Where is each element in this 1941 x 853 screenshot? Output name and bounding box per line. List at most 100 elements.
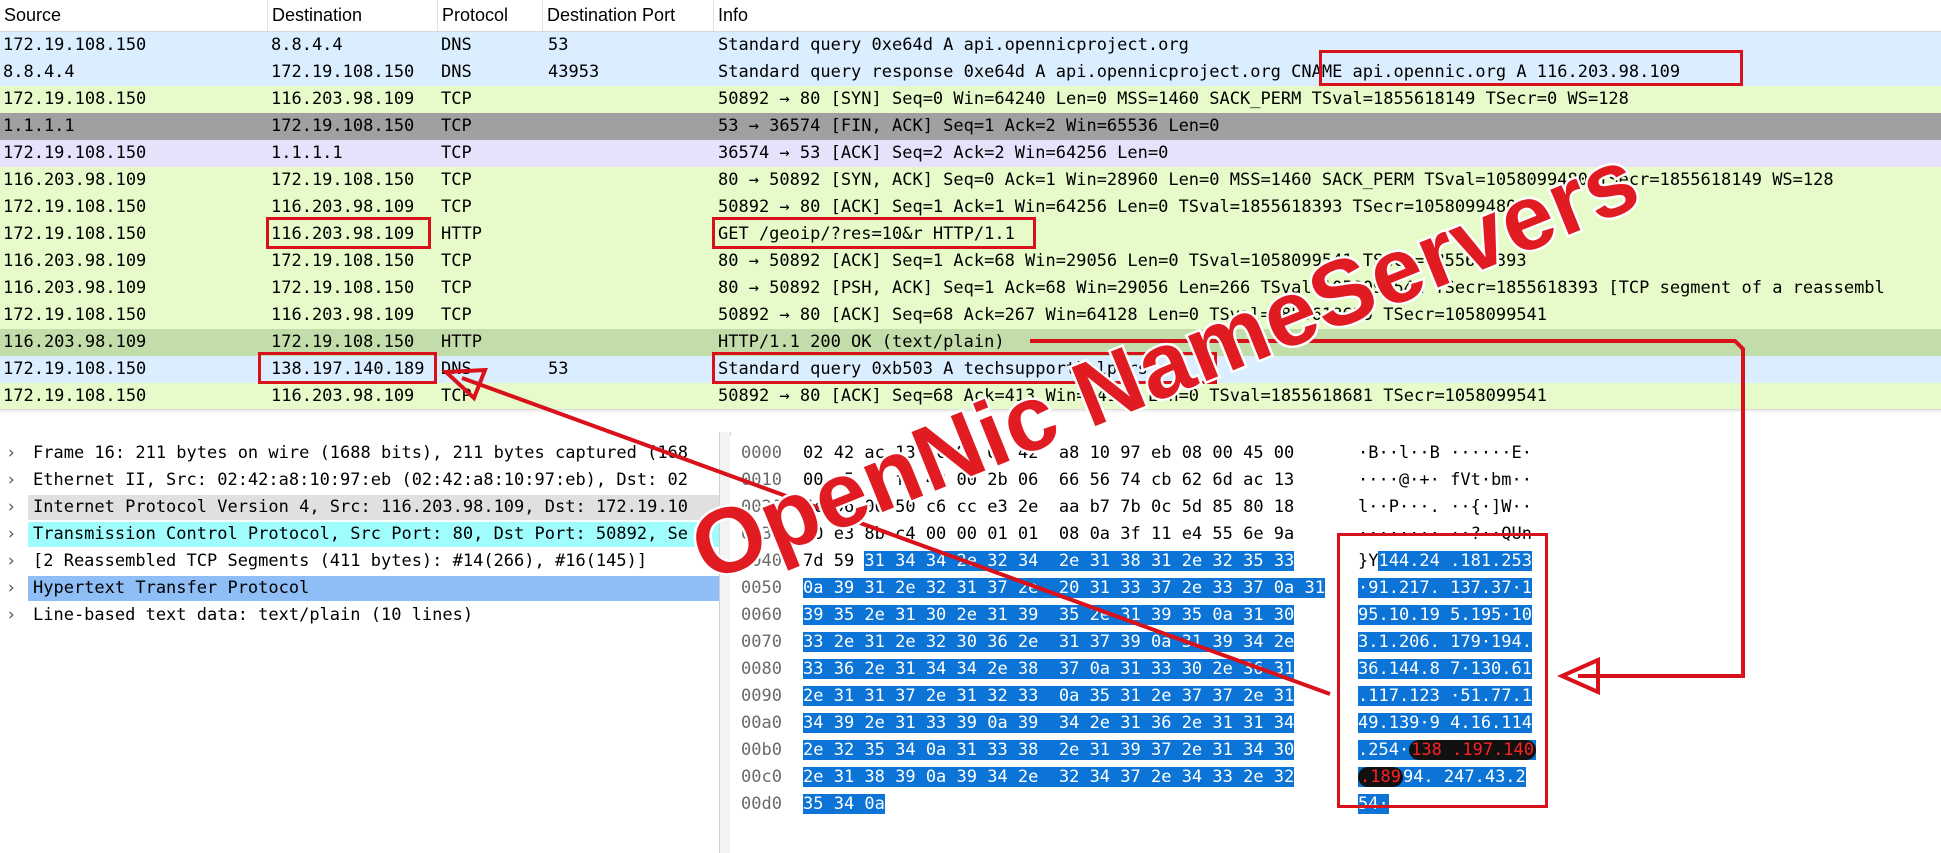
detail-tree-item[interactable]: › Line-based text data: text/plain (10 li… — [0, 602, 719, 629]
chevron-right-icon[interactable]: › — [6, 467, 16, 494]
packet-destination-port — [548, 275, 708, 302]
hex-ascii: 3.1.206. 179·194. — [1358, 629, 1532, 656]
packet-row[interactable]: 116.203.98.109 172.19.108.150 TCP 80 → 5089… — [0, 275, 1941, 302]
packet-info: Standard query response 0xe64d A api.ope… — [718, 62, 1681, 82]
column-header-protocol[interactable]: Protocol — [438, 0, 543, 31]
packet-source: 172.19.108.150 — [3, 143, 147, 163]
hex-row[interactable]: 0090 2e 31 31 37 2e 31 32 33 0a 35 31 2e … — [730, 683, 1941, 710]
horizontal-scrollbar[interactable]: ‹ — [0, 409, 1941, 412]
chevron-right-icon[interactable]: › — [6, 548, 16, 575]
packet-destination: 172.19.108.150 — [271, 278, 415, 298]
detail-tree-item[interactable]: › Frame 16: 211 bytes on wire (1688 bits)… — [0, 440, 719, 467]
detail-tree-item[interactable]: › Internet Protocol Version 4, Src: 116.2… — [0, 494, 719, 521]
hex-row[interactable]: 0020 6c 96 00 50 c6 cc e3 2e aa b7 7b 0c … — [730, 494, 1941, 521]
ascii-plain: ····@·+· fVt·bm·· — [1358, 470, 1532, 490]
column-header-info[interactable]: Info — [714, 0, 1941, 31]
packet-destination-port: 43953 — [548, 62, 600, 82]
hex-offset: 0060 — [741, 605, 782, 625]
scroll-left-icon[interactable]: ‹ — [4, 410, 12, 412]
ascii-plain: }Y — [1358, 551, 1379, 571]
hex-row[interactable]: 00d0 35 34 0a 54· — [730, 791, 1941, 818]
packet-row[interactable]: 172.19.108.150 116.203.98.109 TCP 50892 → 8… — [0, 383, 1941, 410]
hex-row[interactable]: 0040 7d 59 31 34 34 2e 32 34 2e 31 38 31 … — [730, 548, 1941, 575]
chevron-right-icon[interactable]: › — [6, 494, 16, 521]
detail-text: Ethernet II, Src: 02:42:a8:10:97:eb (02:… — [33, 470, 689, 490]
hex-bytes-selected: 33 2e 31 2e 32 30 36 2e 31 37 39 0a 31 3… — [803, 632, 1295, 652]
packet-info: Standard query 0xb503 A techsupporthelpa… — [718, 359, 1189, 379]
hex-bytes-selected: 35 34 0a — [803, 794, 885, 814]
ascii-selected: .117.123 ·51.77.1 — [1358, 686, 1532, 706]
packet-destination: 1.1.1.1 — [271, 143, 343, 163]
hex-bytes: 0a 39 31 2e 32 31 37 2e 20 31 33 37 2e 3… — [803, 575, 1325, 602]
hex-bytes-selected: 2e 31 31 37 2e 31 32 33 0a 35 31 2e 37 3… — [803, 686, 1295, 706]
packet-destination: 138.197.140.189 — [271, 359, 425, 379]
hex-row[interactable]: 00a0 34 39 2e 31 33 39 0a 39 34 2e 31 36 … — [730, 710, 1941, 737]
chevron-right-icon[interactable]: › — [6, 602, 16, 629]
packet-protocol: TCP — [441, 197, 472, 217]
hex-row[interactable]: 0010 00 c5 f8 fa 40 00 2b 06 66 56 74 cb … — [730, 467, 1941, 494]
hex-row[interactable]: 0050 0a 39 31 2e 32 31 37 2e 20 31 33 37 … — [730, 575, 1941, 602]
packet-protocol: TCP — [441, 386, 472, 406]
chevron-right-icon[interactable]: › — [6, 440, 16, 467]
hex-row[interactable]: 0070 33 2e 31 2e 32 30 36 2e 31 37 39 0a … — [730, 629, 1941, 656]
packet-destination: 8.8.4.4 — [271, 35, 343, 55]
hex-row[interactable]: 00b0 2e 32 35 34 0a 31 33 38 2e 31 39 37 … — [730, 737, 1941, 764]
hex-row[interactable]: 0080 33 36 2e 31 34 34 2e 38 37 0a 31 33 … — [730, 656, 1941, 683]
packet-row[interactable]: 116.203.98.109 172.19.108.150 TCP 80 → 5089… — [0, 167, 1941, 194]
packet-protocol: HTTP — [441, 332, 482, 352]
hex-bytes-plain: 7d 59 — [803, 551, 865, 571]
chevron-right-icon[interactable]: › — [6, 521, 16, 548]
packet-row[interactable]: 172.19.108.150 116.203.98.109 TCP 50892 → 8… — [0, 302, 1941, 329]
packet-destination: 172.19.108.150 — [271, 332, 415, 352]
hex-row[interactable]: 0030 00 e3 8b c4 00 00 01 01 08 0a 3f 11 … — [730, 521, 1941, 548]
packet-destination-port — [548, 140, 708, 167]
packet-row[interactable]: 172.19.108.150 116.203.98.109 HTTP GET /geo… — [0, 221, 1941, 248]
packet-row[interactable]: 172.19.108.150 1.1.1.1 TCP 36574 → 53 [ACK]… — [0, 140, 1941, 167]
packet-source: 116.203.98.109 — [3, 170, 147, 190]
detail-tree-item[interactable]: › [2 Reassembled TCP Segments (411 bytes)… — [0, 548, 719, 575]
column-header-source[interactable]: Source — [0, 0, 268, 31]
hex-row[interactable]: 0060 39 35 2e 31 30 2e 31 39 35 2e 31 39 … — [730, 602, 1941, 629]
hex-ascii: .117.123 ·51.77.1 — [1358, 683, 1532, 710]
packet-row[interactable]: 172.19.108.150 138.197.140.189 DNS 53 Standa… — [0, 356, 1941, 383]
hex-bytes: 00 e3 8b c4 00 00 01 01 08 0a 3f 11 e4 5… — [803, 521, 1294, 548]
hex-ascii: .189 94. 247.43.2 — [1358, 764, 1526, 791]
hex-row[interactable]: 0000 02 42 ac 13 6c 96 02 42 a8 10 97 eb … — [730, 440, 1941, 467]
column-header-destination[interactable]: Destination — [268, 0, 438, 31]
detail-tree-item[interactable]: › Ethernet II, Src: 02:42:a8:10:97:eb (02… — [0, 467, 719, 494]
hex-offset: 0030 — [741, 524, 782, 544]
hex-bytes-selected: 31 34 34 2e 32 34 2e 31 38 31 2e 32 35 3… — [864, 551, 1295, 571]
packet-protocol: DNS — [441, 35, 472, 55]
hex-row[interactable]: 00c0 2e 31 38 39 0a 39 34 2e 32 34 37 2e … — [730, 764, 1941, 791]
hex-ascii: ····@·+· fVt·bm·· — [1358, 467, 1532, 494]
packet-info: 50892 → 80 [ACK] Seq=68 Ack=267 Win=6412… — [718, 305, 1548, 325]
ascii-plain: ·B··l··B ······E· — [1358, 443, 1532, 463]
detail-tree-item[interactable]: › Transmission Control Protocol, Src Port… — [0, 521, 719, 548]
chevron-right-icon[interactable]: › — [6, 575, 16, 602]
hex-ascii: 49.139·9 4.16.114 — [1358, 710, 1532, 737]
packet-source: 116.203.98.109 — [3, 332, 147, 352]
packet-row[interactable]: 116.203.98.109 172.19.108.150 HTTP HTTP/1.1… — [0, 329, 1941, 356]
hex-offset: 0040 — [741, 551, 782, 571]
packet-details-tree[interactable]: › Frame 16: 211 bytes on wire (1688 bits)… — [0, 436, 719, 853]
packet-protocol: TCP — [441, 143, 472, 163]
packet-row[interactable]: 116.203.98.109 172.19.108.150 TCP 80 → 5089… — [0, 248, 1941, 275]
packet-source: 172.19.108.150 — [3, 305, 147, 325]
ascii-selected: 95.10.19 5.195·10 — [1358, 605, 1532, 625]
hex-bytes: 2e 31 31 37 2e 31 32 33 0a 35 31 2e 37 3… — [803, 683, 1295, 710]
packet-row[interactable]: 172.19.108.150 8.8.4.4 DNS 53 Standard query… — [0, 32, 1941, 59]
packet-row[interactable]: 172.19.108.150 116.203.98.109 TCP 50892 → 8… — [0, 86, 1941, 113]
packet-bytes-pane[interactable]: 0000 02 42 ac 13 6c 96 02 42 a8 10 97 eb … — [730, 436, 1941, 853]
packet-row[interactable]: 1.1.1.1 172.19.108.150 TCP 53 → 36574 [FIN,… — [0, 113, 1941, 140]
detail-tree-item[interactable]: › Hypertext Transfer Protocol — [0, 575, 719, 602]
packet-destination-port — [548, 248, 708, 275]
packet-source: 116.203.98.109 — [3, 251, 147, 271]
hex-offset: 0050 — [741, 578, 782, 598]
packet-list[interactable]: Source Destination Protocol Destination … — [0, 0, 1941, 412]
packet-row[interactable]: 172.19.108.150 116.203.98.109 TCP 50892 → 8… — [0, 194, 1941, 221]
column-header-destination-port[interactable]: Destination Port — [543, 0, 714, 31]
packet-row[interactable]: 8.8.4.4 172.19.108.150 DNS 43953 Standard qu… — [0, 59, 1941, 86]
packet-info: HTTP/1.1 200 OK (text/plain) — [718, 332, 1005, 352]
hex-bytes: 7d 59 31 34 34 2e 32 34 2e 31 38 31 2e 3… — [803, 548, 1295, 575]
packet-source: 172.19.108.150 — [3, 89, 147, 109]
